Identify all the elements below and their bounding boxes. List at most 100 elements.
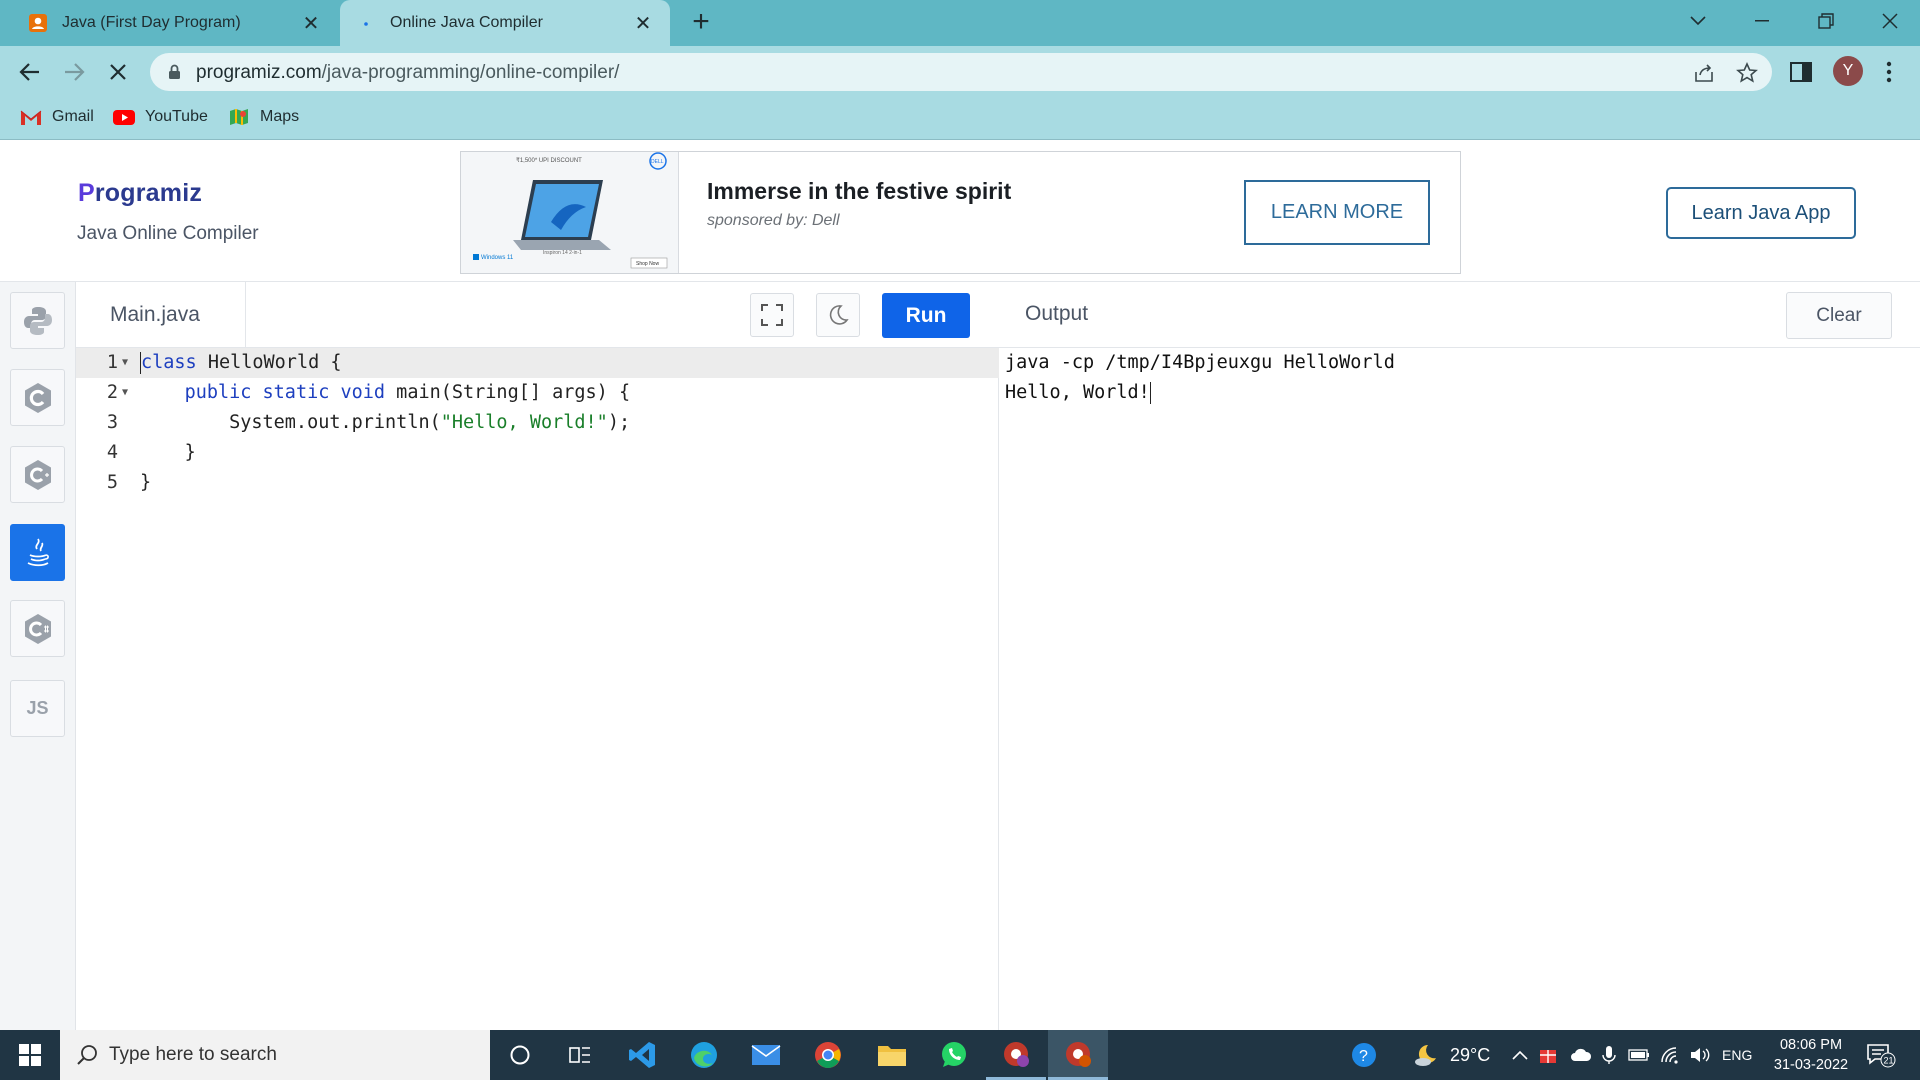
bookmark-star-icon[interactable] bbox=[1736, 62, 1758, 84]
forward-button[interactable] bbox=[56, 54, 92, 90]
file-tab-main-java[interactable]: Main.java bbox=[76, 282, 246, 348]
site-header: Programiz Java Online Compiler ₹1,500* U… bbox=[0, 141, 1920, 282]
language-python[interactable] bbox=[10, 292, 65, 349]
tab-java-first-day[interactable]: Java (First Day Program) ✕ bbox=[12, 0, 338, 46]
new-tab-button[interactable]: + bbox=[686, 7, 716, 38]
address-bar[interactable]: programiz.com/java-programming/online-co… bbox=[150, 53, 1772, 91]
vscode-icon bbox=[629, 1042, 655, 1068]
bookmark-gmail[interactable]: Gmail bbox=[20, 108, 94, 126]
taskbar-file-explorer[interactable] bbox=[862, 1030, 922, 1080]
restore-button[interactable] bbox=[1798, 0, 1854, 42]
close-tab-icon[interactable]: ✕ bbox=[300, 12, 322, 35]
svg-text:DELL: DELL bbox=[651, 159, 664, 165]
close-tab-icon[interactable]: ✕ bbox=[632, 12, 654, 35]
output-line: Hello, World! bbox=[1005, 382, 1151, 404]
chrome-profile-icon bbox=[1066, 1041, 1091, 1067]
code-text: } bbox=[140, 472, 152, 493]
tab-search-icon[interactable] bbox=[1670, 0, 1726, 42]
system-clock[interactable]: 08:06 PM 31-03-2022 bbox=[1762, 1035, 1860, 1075]
code-line: 5 } bbox=[76, 468, 999, 498]
taskbar-chrome[interactable] bbox=[798, 1030, 858, 1080]
language-javascript[interactable]: JS bbox=[10, 680, 65, 737]
close-window-button[interactable] bbox=[1862, 0, 1918, 42]
cortana-button[interactable] bbox=[490, 1030, 550, 1080]
code-line: 2 ▼ public static void main(String[] arg… bbox=[76, 378, 999, 408]
stop-icon bbox=[110, 64, 126, 80]
ad-learn-more-button[interactable]: LEARN MORE bbox=[1244, 180, 1430, 245]
tab-strip: Java (First Day Program) ✕ Online Java C… bbox=[0, 0, 1920, 46]
clear-button[interactable]: Clear bbox=[1786, 292, 1892, 339]
taskbar-vscode[interactable] bbox=[612, 1030, 672, 1080]
tray-app-icon[interactable] bbox=[1538, 1030, 1558, 1080]
taskbar-edge[interactable] bbox=[674, 1030, 734, 1080]
svg-text:Shop Now: Shop Now bbox=[636, 261, 659, 267]
browser-toolbar: programiz.com/java-programming/online-co… bbox=[0, 46, 1920, 98]
folder-icon bbox=[878, 1046, 906, 1066]
menu-kebab-icon[interactable] bbox=[1886, 61, 1892, 83]
language-java[interactable] bbox=[10, 524, 65, 581]
lock-icon bbox=[169, 64, 180, 79]
output-header: Output Clear bbox=[999, 282, 1920, 348]
chrome-profile-icon bbox=[1004, 1041, 1029, 1067]
fold-arrow-icon[interactable]: ▼ bbox=[122, 378, 128, 408]
fullscreen-button[interactable] bbox=[750, 293, 794, 337]
learn-java-app-button[interactable]: Learn Java App bbox=[1666, 187, 1856, 239]
profile-avatar[interactable]: Y bbox=[1833, 56, 1863, 86]
output-console[interactable]: java -cp /tmp/I4Bpjeuxgu HelloWorld Hell… bbox=[999, 348, 1920, 1030]
tab-title: Online Java Compiler bbox=[390, 14, 543, 31]
weather-moon-icon bbox=[1415, 1044, 1436, 1066]
bookmark-label: YouTube bbox=[145, 108, 208, 125]
tab-online-java-compiler[interactable]: Online Java Compiler ✕ bbox=[340, 0, 670, 46]
minimize-button[interactable] bbox=[1734, 0, 1790, 42]
line-number: 3 bbox=[106, 412, 118, 433]
mail-icon bbox=[751, 1045, 781, 1065]
battery-icon[interactable] bbox=[1628, 1030, 1650, 1080]
forward-arrow-icon bbox=[65, 63, 85, 81]
taskbar-chrome-active[interactable] bbox=[1048, 1030, 1108, 1080]
share-icon[interactable] bbox=[1693, 62, 1715, 84]
bookmark-youtube[interactable]: YouTube bbox=[113, 108, 208, 126]
search-icon bbox=[77, 1045, 97, 1065]
volume-icon[interactable] bbox=[1690, 1030, 1712, 1080]
maps-icon bbox=[230, 109, 248, 125]
programiz-logo[interactable]: Programiz bbox=[78, 179, 202, 208]
c-icon bbox=[24, 382, 51, 413]
input-language[interactable]: ENG bbox=[1722, 1030, 1752, 1080]
stop-loading-button[interactable] bbox=[100, 54, 136, 90]
line-number: 1 bbox=[106, 352, 118, 373]
bookmark-maps[interactable]: Maps bbox=[228, 108, 299, 126]
back-arrow-icon bbox=[19, 63, 39, 81]
moon-icon bbox=[829, 305, 849, 325]
task-view-button[interactable] bbox=[550, 1030, 610, 1080]
javascript-icon: JS bbox=[26, 698, 49, 718]
taskbar-search[interactable]: Type here to search bbox=[60, 1030, 490, 1080]
microphone-icon[interactable] bbox=[1602, 1030, 1616, 1080]
taskbar-whatsapp[interactable] bbox=[924, 1030, 984, 1080]
taskbar-chrome-profile[interactable] bbox=[986, 1030, 1046, 1080]
language-sidebar: JS bbox=[0, 282, 76, 1030]
back-button[interactable] bbox=[12, 54, 48, 90]
search-placeholder: Type here to search bbox=[109, 1044, 277, 1065]
language-csharp[interactable] bbox=[10, 600, 65, 657]
run-button[interactable]: Run bbox=[882, 293, 970, 338]
tray-chevron-icon[interactable] bbox=[1512, 1030, 1528, 1080]
taskbar-mail[interactable] bbox=[736, 1030, 796, 1080]
wifi-icon[interactable] bbox=[1660, 1030, 1682, 1080]
chrome-icon bbox=[815, 1042, 841, 1068]
dark-mode-toggle[interactable] bbox=[816, 293, 860, 337]
code-line: 1 ▼ class HelloWorld { bbox=[76, 348, 999, 378]
side-panel-icon[interactable] bbox=[1790, 62, 1812, 82]
bookmark-label: Gmail bbox=[52, 108, 94, 125]
onedrive-icon[interactable] bbox=[1570, 1030, 1592, 1080]
task-view-icon bbox=[569, 1047, 590, 1063]
ad-banner[interactable]: ₹1,500* UPI DISCOUNT DELL Windows 11 Ins… bbox=[460, 151, 1461, 274]
language-cpp[interactable] bbox=[10, 446, 65, 503]
notification-center-button[interactable]: 21 bbox=[1866, 1042, 1896, 1068]
start-button[interactable] bbox=[0, 1030, 60, 1080]
language-c[interactable] bbox=[10, 369, 65, 426]
fold-arrow-icon[interactable]: ▼ bbox=[122, 348, 128, 378]
help-tray-icon[interactable]: ? bbox=[1350, 1030, 1378, 1080]
code-editor[interactable]: 1 ▼ class HelloWorld { 2 ▼ public static… bbox=[76, 348, 999, 1030]
weather-widget[interactable]: 29°C bbox=[1414, 1030, 1490, 1080]
code-text: } bbox=[184, 442, 196, 463]
